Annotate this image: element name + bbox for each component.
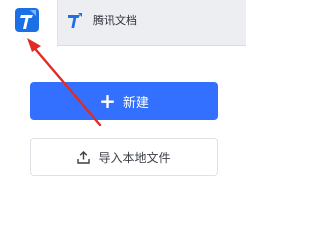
app-window: 腾讯文档 + 新建 导入本地文件: [0, 0, 246, 204]
tab-tencent-docs[interactable]: 腾讯文档: [58, 0, 246, 46]
tab-home[interactable]: [0, 0, 58, 47]
import-button-label: 导入本地文件: [98, 150, 171, 165]
tencent-docs-logo-icon: [68, 13, 82, 28]
new-document-button[interactable]: + 新建: [30, 82, 218, 120]
import-local-file-button[interactable]: 导入本地文件: [30, 138, 218, 176]
new-button-label: 新建: [122, 95, 149, 111]
plus-icon: +: [99, 89, 116, 113]
tencent-docs-logo-icon: [15, 8, 39, 32]
tab-label: 腾讯文档: [93, 14, 137, 27]
tab-bar: 腾讯文档: [0, 0, 246, 47]
upload-icon: [77, 150, 91, 164]
